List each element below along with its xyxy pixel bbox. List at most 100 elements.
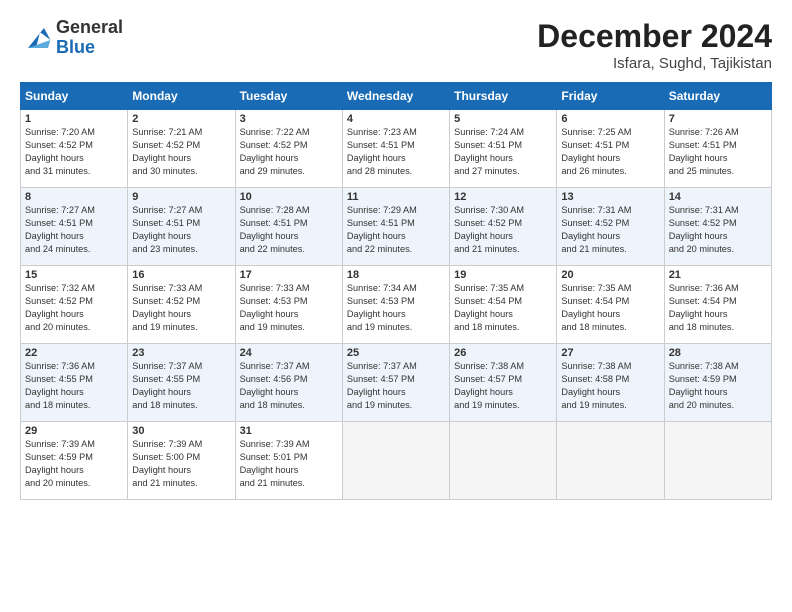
day-number: 7 — [669, 113, 767, 125]
day-number: 27 — [561, 347, 659, 359]
calendar-cell: 23Sunrise: 7:37 AMSunset: 4:55 PMDayligh… — [128, 344, 235, 422]
col-monday: Monday — [128, 83, 235, 110]
calendar-cell: 13Sunrise: 7:31 AMSunset: 4:52 PMDayligh… — [557, 188, 664, 266]
day-info: Sunrise: 7:38 AMSunset: 4:57 PMDaylight … — [454, 360, 552, 412]
logo-blue: Blue — [56, 38, 123, 58]
calendar-table: Sunday Monday Tuesday Wednesday Thursday… — [20, 82, 772, 500]
day-info: Sunrise: 7:28 AMSunset: 4:51 PMDaylight … — [240, 204, 338, 256]
col-wednesday: Wednesday — [342, 83, 449, 110]
day-number: 20 — [561, 269, 659, 281]
calendar-cell: 14Sunrise: 7:31 AMSunset: 4:52 PMDayligh… — [664, 188, 771, 266]
day-number: 29 — [25, 425, 123, 437]
calendar-row: 22Sunrise: 7:36 AMSunset: 4:55 PMDayligh… — [21, 344, 772, 422]
calendar-cell: 31Sunrise: 7:39 AMSunset: 5:01 PMDayligh… — [235, 422, 342, 500]
calendar-cell: 18Sunrise: 7:34 AMSunset: 4:53 PMDayligh… — [342, 266, 449, 344]
logo-text: General Blue — [56, 18, 123, 58]
day-number: 2 — [132, 113, 230, 125]
day-info: Sunrise: 7:38 AMSunset: 4:58 PMDaylight … — [561, 360, 659, 412]
day-number: 9 — [132, 191, 230, 203]
col-thursday: Thursday — [450, 83, 557, 110]
day-info: Sunrise: 7:33 AMSunset: 4:53 PMDaylight … — [240, 282, 338, 334]
day-number: 4 — [347, 113, 445, 125]
calendar-cell: 30Sunrise: 7:39 AMSunset: 5:00 PMDayligh… — [128, 422, 235, 500]
logo-icon — [20, 24, 52, 52]
calendar-cell: 4Sunrise: 7:23 AMSunset: 4:51 PMDaylight… — [342, 110, 449, 188]
calendar-row: 15Sunrise: 7:32 AMSunset: 4:52 PMDayligh… — [21, 266, 772, 344]
calendar-cell: 6Sunrise: 7:25 AMSunset: 4:51 PMDaylight… — [557, 110, 664, 188]
day-number: 15 — [25, 269, 123, 281]
day-number: 13 — [561, 191, 659, 203]
day-info: Sunrise: 7:37 AMSunset: 4:56 PMDaylight … — [240, 360, 338, 412]
calendar-cell: 25Sunrise: 7:37 AMSunset: 4:57 PMDayligh… — [342, 344, 449, 422]
calendar-cell: 27Sunrise: 7:38 AMSunset: 4:58 PMDayligh… — [557, 344, 664, 422]
page-container: General Blue December 2024 Isfara, Sughd… — [0, 0, 792, 510]
calendar-cell: 8Sunrise: 7:27 AMSunset: 4:51 PMDaylight… — [21, 188, 128, 266]
logo-general: General — [56, 18, 123, 38]
col-friday: Friday — [557, 83, 664, 110]
calendar-cell: 16Sunrise: 7:33 AMSunset: 4:52 PMDayligh… — [128, 266, 235, 344]
day-info: Sunrise: 7:30 AMSunset: 4:52 PMDaylight … — [454, 204, 552, 256]
calendar-cell: 17Sunrise: 7:33 AMSunset: 4:53 PMDayligh… — [235, 266, 342, 344]
day-info: Sunrise: 7:35 AMSunset: 4:54 PMDaylight … — [561, 282, 659, 334]
title-block: December 2024 Isfara, Sughd, Tajikistan — [537, 18, 772, 72]
calendar-cell: 1Sunrise: 7:20 AMSunset: 4:52 PMDaylight… — [21, 110, 128, 188]
day-number: 31 — [240, 425, 338, 437]
day-number: 3 — [240, 113, 338, 125]
calendar-row: 1Sunrise: 7:20 AMSunset: 4:52 PMDaylight… — [21, 110, 772, 188]
day-info: Sunrise: 7:36 AMSunset: 4:55 PMDaylight … — [25, 360, 123, 412]
day-info: Sunrise: 7:24 AMSunset: 4:51 PMDaylight … — [454, 126, 552, 178]
day-info: Sunrise: 7:20 AMSunset: 4:52 PMDaylight … — [25, 126, 123, 178]
day-number: 1 — [25, 113, 123, 125]
calendar-cell: 9Sunrise: 7:27 AMSunset: 4:51 PMDaylight… — [128, 188, 235, 266]
calendar-cell: 11Sunrise: 7:29 AMSunset: 4:51 PMDayligh… — [342, 188, 449, 266]
day-number: 28 — [669, 347, 767, 359]
day-number: 16 — [132, 269, 230, 281]
day-number: 11 — [347, 191, 445, 203]
calendar-cell — [450, 422, 557, 500]
calendar-cell: 29Sunrise: 7:39 AMSunset: 4:59 PMDayligh… — [21, 422, 128, 500]
day-number: 30 — [132, 425, 230, 437]
header-row: Sunday Monday Tuesday Wednesday Thursday… — [21, 83, 772, 110]
calendar-cell: 3Sunrise: 7:22 AMSunset: 4:52 PMDaylight… — [235, 110, 342, 188]
day-info: Sunrise: 7:35 AMSunset: 4:54 PMDaylight … — [454, 282, 552, 334]
calendar-cell: 10Sunrise: 7:28 AMSunset: 4:51 PMDayligh… — [235, 188, 342, 266]
day-info: Sunrise: 7:38 AMSunset: 4:59 PMDaylight … — [669, 360, 767, 412]
calendar-cell — [557, 422, 664, 500]
day-number: 25 — [347, 347, 445, 359]
day-number: 5 — [454, 113, 552, 125]
day-info: Sunrise: 7:27 AMSunset: 4:51 PMDaylight … — [132, 204, 230, 256]
day-info: Sunrise: 7:39 AMSunset: 4:59 PMDaylight … — [25, 438, 123, 490]
day-number: 21 — [669, 269, 767, 281]
calendar-cell: 21Sunrise: 7:36 AMSunset: 4:54 PMDayligh… — [664, 266, 771, 344]
day-info: Sunrise: 7:39 AMSunset: 5:00 PMDaylight … — [132, 438, 230, 490]
day-info: Sunrise: 7:37 AMSunset: 4:55 PMDaylight … — [132, 360, 230, 412]
logo: General Blue — [20, 18, 123, 58]
day-number: 22 — [25, 347, 123, 359]
day-number: 8 — [25, 191, 123, 203]
calendar-row: 29Sunrise: 7:39 AMSunset: 4:59 PMDayligh… — [21, 422, 772, 500]
calendar-cell — [664, 422, 771, 500]
day-info: Sunrise: 7:26 AMSunset: 4:51 PMDaylight … — [669, 126, 767, 178]
calendar-cell: 15Sunrise: 7:32 AMSunset: 4:52 PMDayligh… — [21, 266, 128, 344]
col-saturday: Saturday — [664, 83, 771, 110]
calendar-cell: 22Sunrise: 7:36 AMSunset: 4:55 PMDayligh… — [21, 344, 128, 422]
calendar-cell: 19Sunrise: 7:35 AMSunset: 4:54 PMDayligh… — [450, 266, 557, 344]
calendar-cell: 7Sunrise: 7:26 AMSunset: 4:51 PMDaylight… — [664, 110, 771, 188]
day-info: Sunrise: 7:37 AMSunset: 4:57 PMDaylight … — [347, 360, 445, 412]
calendar-cell — [342, 422, 449, 500]
location: Isfara, Sughd, Tajikistan — [537, 55, 772, 72]
day-number: 17 — [240, 269, 338, 281]
day-info: Sunrise: 7:39 AMSunset: 5:01 PMDaylight … — [240, 438, 338, 490]
calendar-cell: 24Sunrise: 7:37 AMSunset: 4:56 PMDayligh… — [235, 344, 342, 422]
calendar-cell: 20Sunrise: 7:35 AMSunset: 4:54 PMDayligh… — [557, 266, 664, 344]
header: General Blue December 2024 Isfara, Sughd… — [20, 18, 772, 72]
col-tuesday: Tuesday — [235, 83, 342, 110]
day-number: 19 — [454, 269, 552, 281]
day-number: 14 — [669, 191, 767, 203]
day-info: Sunrise: 7:31 AMSunset: 4:52 PMDaylight … — [669, 204, 767, 256]
day-info: Sunrise: 7:22 AMSunset: 4:52 PMDaylight … — [240, 126, 338, 178]
day-info: Sunrise: 7:33 AMSunset: 4:52 PMDaylight … — [132, 282, 230, 334]
day-info: Sunrise: 7:34 AMSunset: 4:53 PMDaylight … — [347, 282, 445, 334]
day-info: Sunrise: 7:36 AMSunset: 4:54 PMDaylight … — [669, 282, 767, 334]
day-number: 10 — [240, 191, 338, 203]
